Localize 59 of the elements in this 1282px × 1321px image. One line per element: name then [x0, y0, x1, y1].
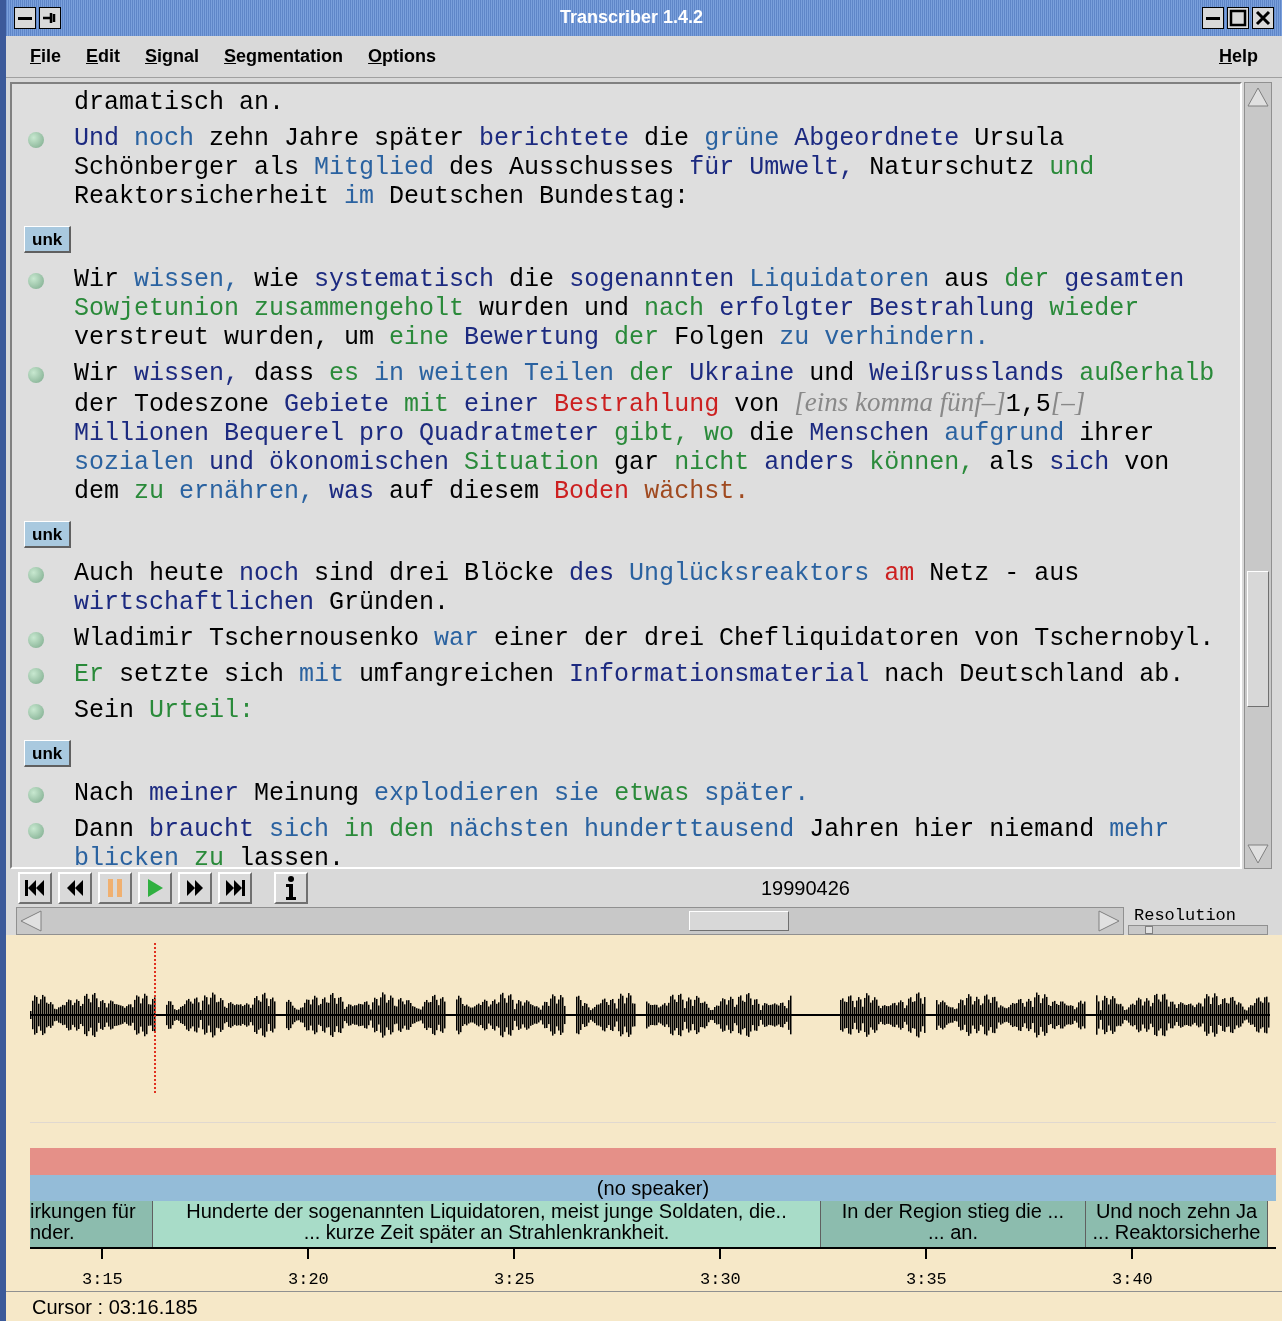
menu-item[interactable]: Signal [145, 42, 200, 70]
transcript-sentence: Wir wissen, dass es in weiten Teilen der Ukraine und Weißrusslands außerhalb der Todeszone Gebiete mit einer Bestrahlung von [eins komma fünf–]1,5[–] Millionen Bequerel pro Quadratmeter gibt, wo die Menschen aufgrund ihrer sozialen und ökonomischen Situation gar nicht anders können, als sich von dem zu ernähren, was auf diesem Boden wächst. [74, 358, 1216, 506]
transcript-segment[interactable]: Hunderte der sogenannten Liquidatoren, meist junge Soldaten, die.. ... kurze Zeit später an Strahlenkrankheit. [153, 1201, 821, 1247]
scrollbar-thumb[interactable] [1247, 571, 1269, 708]
pin-icon[interactable] [39, 6, 61, 29]
menu-item[interactable]: Edit [86, 42, 121, 70]
player-button[interactable] [178, 871, 212, 904]
time-tick-label: 3:35 [906, 1269, 947, 1291]
scroll-left-icon [19, 908, 43, 933]
time-tick-label: 3:30 [700, 1269, 741, 1291]
transcript-sentence: Wladimir Tschernousenko war einer der drei Chefliquidatoren von Tschernobyl. [74, 624, 1216, 654]
speaker-turn-button[interactable]: unk [24, 740, 72, 768]
skip-to-end-icon [224, 878, 246, 897]
transcript-sentence: Auch heute noch sind drei Blöcke des Unglücksreaktors am Netz - aus wirtschaftlichen Gründen. [74, 559, 1081, 618]
menu-item[interactable]: File [30, 42, 61, 70]
vertical-scrollbar[interactable] [1244, 82, 1272, 870]
time-tick-label: 3:15 [82, 1269, 123, 1291]
fast-forward-icon [185, 878, 205, 897]
horizontal-scrollbar[interactable] [16, 906, 1124, 935]
minimize-icon[interactable] [1202, 6, 1224, 29]
skip-to-start-icon [24, 878, 46, 897]
speaker-bar[interactable]: (no speaker) [30, 1175, 1276, 1201]
time-tick-label: 3:40 [1112, 1269, 1153, 1291]
transcript-sentence: Und noch zehn Jahre später berichtete die grüne Abgeordnete Ursula Schönberger als Mitglied des Ausschusses für Umwelt, Naturschutz und Reaktorsicherheit im Deutschen Bundestag: [74, 124, 1096, 212]
speaker-turn-button[interactable]: unk [24, 226, 72, 254]
maximize-icon[interactable] [1227, 6, 1249, 29]
transcript-segment[interactable]: Und noch zehn Ja ... Reaktorsicherhe [1086, 1201, 1268, 1247]
scroll-right-icon [1097, 908, 1121, 933]
close-icon[interactable] [1252, 6, 1274, 29]
resolution-label: Resolution [1133, 906, 1238, 925]
transcript-sentence: Sein Urteil: [74, 696, 256, 726]
time-tick-label: 3:25 [494, 1269, 535, 1291]
window-title: Transcriber 1.4.2 [559, 6, 704, 30]
transcript-segment[interactable]: In der Region stieg die ... ... an. [821, 1201, 1086, 1247]
transcript-sentence: Wir wissen, wie systematisch die sogenannten Liquidatoren aus der gesamten Sowjetunion zusammengeholt wurden und nach erfolgter Bestrahlung wieder verstreut wurden, um eine Bewertung der Folgen zu verhindern. [74, 264, 1186, 352]
player-button[interactable] [58, 871, 92, 904]
transcript-sentence: Nach meiner Meinung explodieren sie etwas später. [74, 778, 811, 808]
player-button[interactable] [274, 871, 308, 904]
scroll-up-icon [1246, 85, 1270, 110]
window-menu-icon[interactable] [14, 6, 36, 29]
player-button[interactable] [218, 871, 252, 904]
play-icon [146, 877, 164, 898]
scrollbar-thumb[interactable] [689, 910, 789, 931]
info-icon [283, 874, 299, 901]
menu-item[interactable]: Segmentation [224, 42, 344, 70]
slider-thumb[interactable] [1144, 925, 1153, 934]
transcript-sentence: Dann braucht sich in den nächsten hunderttausend Jahren hier niemand mehr blicken zu lassen. [74, 814, 1171, 868]
speaker-turn-button[interactable]: unk [24, 520, 72, 548]
rewind-icon [65, 878, 85, 897]
transcript-sentence: dramatisch an. [74, 88, 286, 118]
transcript-segment[interactable]: irkungen für nder. [30, 1201, 153, 1247]
cursor-time-label: Cursor : 03:16.185 [32, 1294, 198, 1320]
transcript-sentence: Er setzte sich mit umfangreichen Informationsmaterial nach Deutschland ab. [74, 660, 1186, 690]
time-tick-label: 3:20 [288, 1269, 329, 1291]
pause-icon [107, 877, 123, 898]
player-button[interactable] [18, 871, 52, 904]
file-name-label: 19990426 [761, 875, 850, 901]
menu-item[interactable]: Help [1219, 42, 1258, 70]
menu-item[interactable]: Options [368, 42, 437, 70]
